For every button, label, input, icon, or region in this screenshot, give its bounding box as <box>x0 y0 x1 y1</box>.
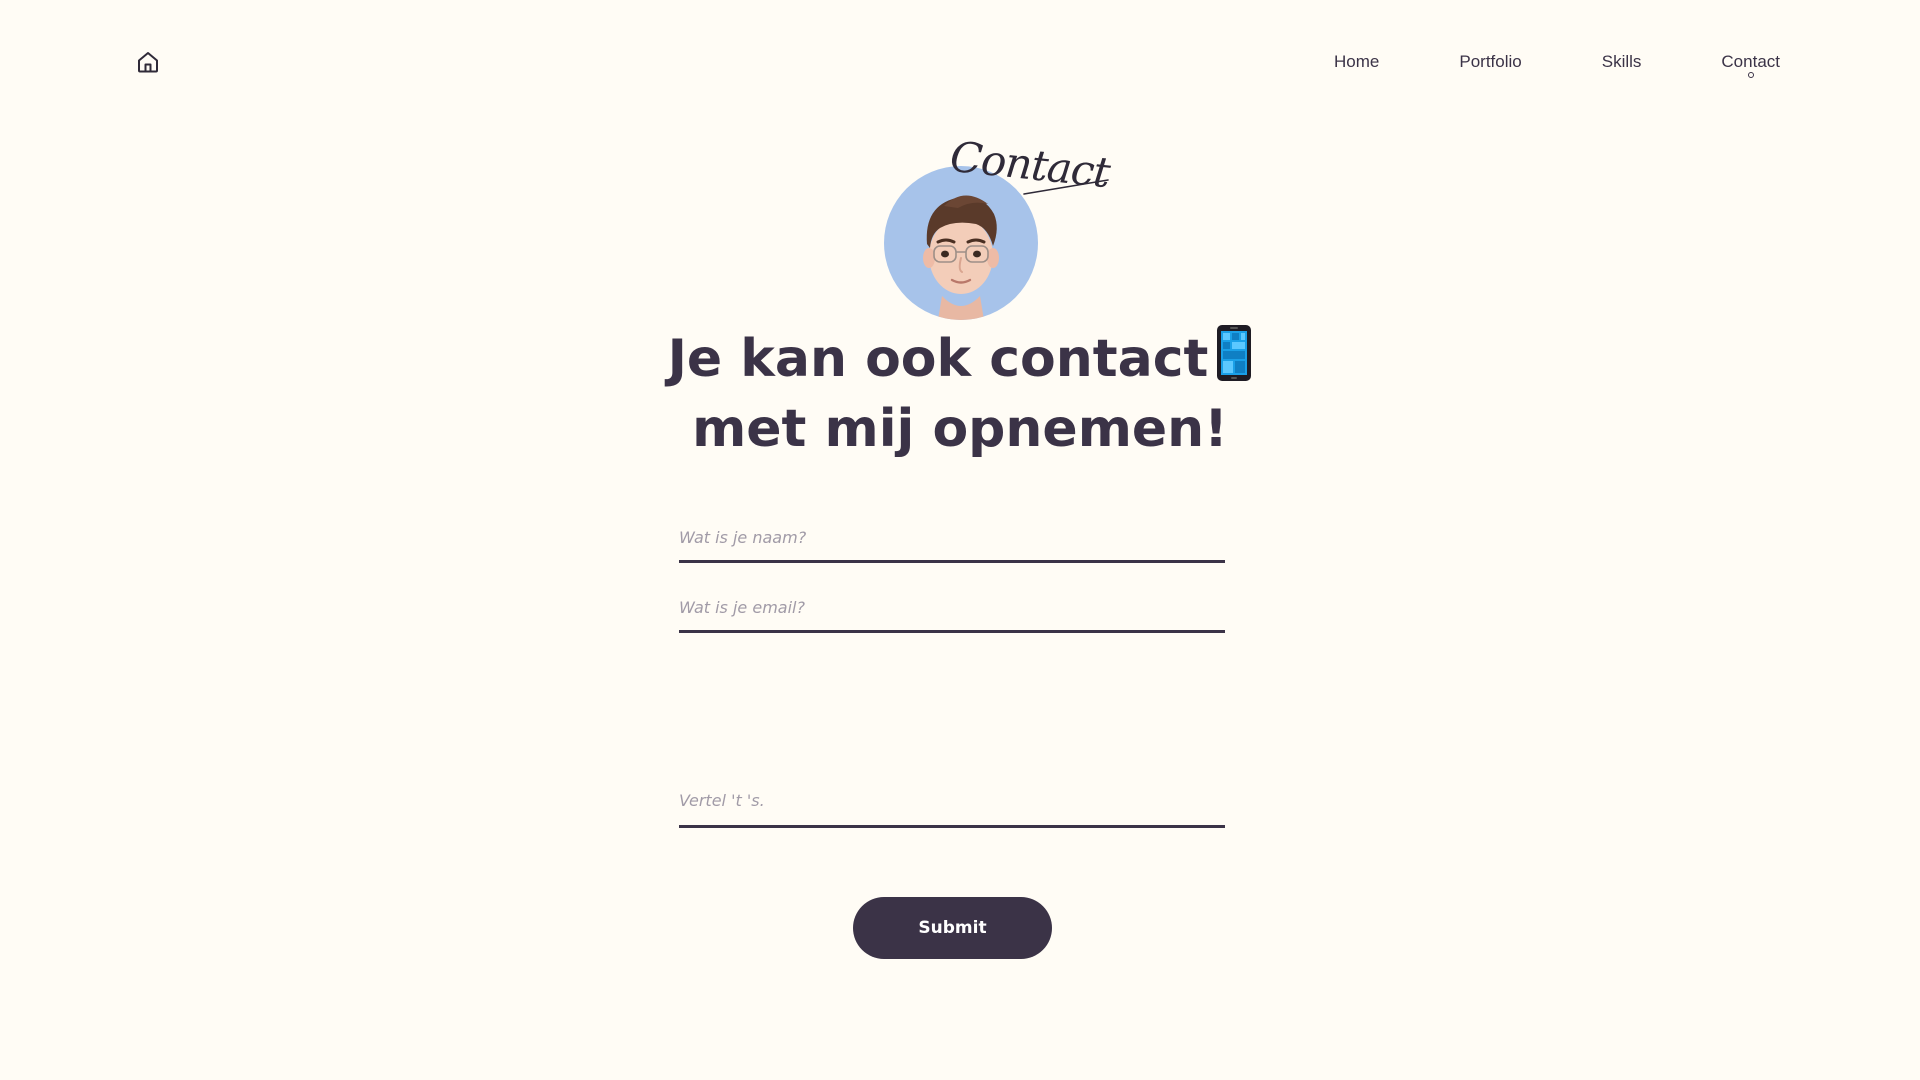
nav-link-home[interactable]: Home <box>1334 50 1379 74</box>
page-title-line-1: Je kan ook contact <box>667 329 1209 389</box>
nav-link-label: Skills <box>1601 52 1642 71</box>
home-icon[interactable] <box>136 50 160 74</box>
active-indicator <box>1747 72 1754 78</box>
page-title: Je kan ook contact met mij opnemen! <box>560 324 1360 464</box>
nav-link-label: Home <box>1334 52 1380 71</box>
nav-link-contact[interactable]: Contact <box>1721 50 1780 78</box>
submit-button[interactable]: Submit <box>853 897 1052 959</box>
hero-section: Contact Je kan ook contact met mij opnem… <box>0 132 1920 470</box>
main-nav: Home Portfolio Skills Contact <box>1334 50 1780 78</box>
contact-page: Home Portfolio Skills Contact Contact Je… <box>0 0 1920 1080</box>
nav-link-label: Portfolio <box>1459 52 1522 71</box>
script-swash <box>1023 179 1109 195</box>
nav-link-portfolio[interactable]: Portfolio <box>1459 50 1521 74</box>
email-field-wrapper <box>679 598 1225 633</box>
nav-link-skills[interactable]: Skills <box>1602 50 1642 74</box>
message-textarea[interactable] <box>679 791 1225 825</box>
message-field-wrapper <box>679 640 1225 828</box>
memoji-avatar <box>884 166 1038 320</box>
name-input[interactable] <box>679 528 1225 555</box>
page-title-line-2: met mij opnemen! <box>692 399 1228 459</box>
name-field-wrapper <box>679 528 1225 563</box>
mobile-phone-icon <box>1216 324 1252 382</box>
email-input[interactable] <box>679 598 1225 625</box>
nav-link-label: Contact <box>1721 52 1780 71</box>
